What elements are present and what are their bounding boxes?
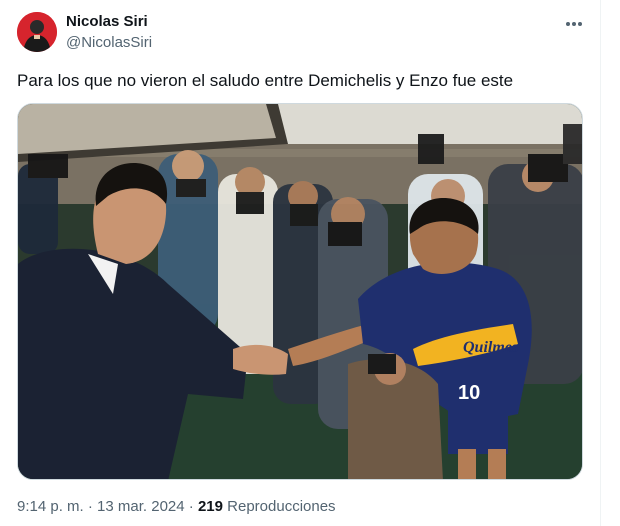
more-dots-icon — [566, 22, 582, 26]
meta-separator: · — [87, 498, 93, 515]
author-avatar[interactable] — [17, 12, 57, 52]
jersey-number: 10 — [458, 382, 480, 404]
profile-photo-icon — [17, 12, 57, 52]
more-options-button[interactable] — [560, 12, 588, 36]
tweet-photo[interactable]: Quilmes 10 — [17, 103, 583, 480]
author-display-name[interactable]: Nicolas Siri — [66, 13, 148, 30]
tweet-date[interactable]: 13 mar. 2024 — [97, 498, 185, 515]
tweet-card: Nicolas Siri @NicolasSiri Para los que n… — [0, 0, 620, 526]
views-count: 219 — [197, 498, 223, 515]
views-label: Reproducciones — [227, 498, 336, 515]
tweet-meta: 9:14 p. m. · 13 mar. 2024 · 219 Reproduc… — [17, 498, 336, 515]
handshake-photo: Quilmes 10 — [18, 104, 582, 479]
meta-separator: · — [188, 498, 194, 515]
timeline-divider — [600, 0, 601, 526]
tweet-time[interactable]: 9:14 p. m. — [17, 498, 84, 515]
tweet-text: Para los que no vieron el saludo entre D… — [17, 71, 514, 90]
author-handle[interactable]: @NicolasSiri — [66, 34, 152, 51]
jersey-sponsor: Quilmes — [463, 339, 518, 356]
